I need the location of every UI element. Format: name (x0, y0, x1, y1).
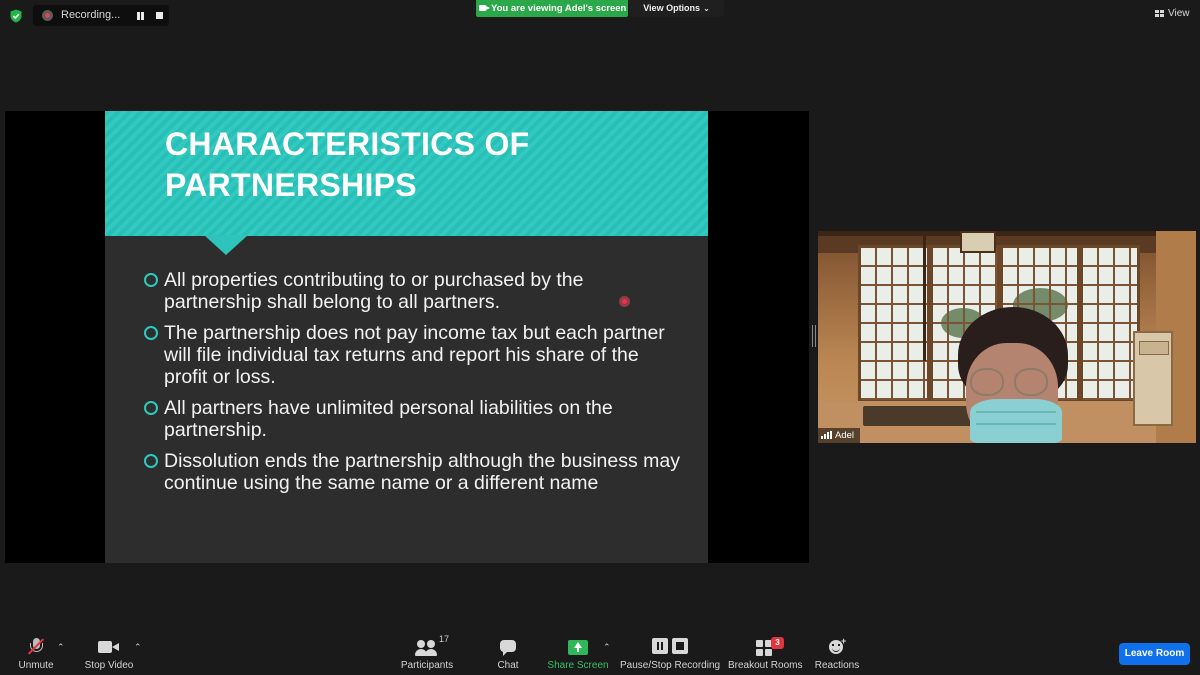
slide-bullet: All partners have unlimited personal lia… (143, 397, 683, 441)
video-beam (818, 231, 1196, 236)
bullet-ring-icon (144, 273, 158, 287)
bullet-ring-icon (144, 401, 158, 415)
participant-glasses (1014, 368, 1048, 396)
bullet-ring-icon (144, 326, 158, 340)
slide-bullet: The partnership does not pay income tax … (143, 322, 683, 388)
pause-stop-recording-button[interactable]: Pause/Stop Recording (620, 636, 720, 674)
recording-control-label: Pause/Stop Recording (620, 660, 721, 671)
signal-strength-icon (821, 431, 832, 440)
screen-share-icon (479, 5, 490, 11)
breakout-grid-icon: 3 (756, 637, 784, 656)
share-screen-button[interactable]: Share Screen (547, 636, 609, 674)
panel-resize-handle[interactable] (812, 325, 816, 347)
slide-bullet-text: All partners have unlimited personal lia… (164, 397, 613, 441)
slide-bullet-list: All properties contributing to or purcha… (143, 269, 683, 503)
slide-bullet: Dissolution ends the partnership althoug… (143, 450, 683, 494)
recording-status-label: Recording... (61, 9, 121, 21)
view-label: View (1168, 8, 1190, 19)
slide-title: CHARACTERISTICS OF PARTNERSHIPS (165, 124, 685, 206)
chat-button[interactable]: Chat (490, 636, 526, 674)
participant-name: Adel (835, 430, 855, 441)
breakout-rooms-label: Breakout Rooms (728, 660, 803, 671)
video-lamp (960, 231, 996, 253)
share-screen-label: Share Screen (547, 660, 609, 671)
stop-video-label: Stop Video (84, 660, 134, 671)
slide-header-pointer (204, 235, 248, 255)
participants-count: 17 (439, 634, 450, 644)
view-options-button[interactable]: View Options ⌄ (629, 0, 724, 17)
participant-face-mask (970, 399, 1062, 443)
stop-video-button[interactable]: Stop Video (82, 636, 136, 674)
slide-bullet: All properties contributing to or purcha… (143, 269, 683, 313)
share-screen-icon (568, 640, 588, 655)
slide-bullet-text: All properties contributing to or purcha… (164, 269, 584, 313)
shared-screen[interactable]: CHARACTERISTICS OF PARTNERSHIPS All prop… (5, 111, 809, 563)
bullet-ring-icon (144, 454, 158, 468)
audio-options-caret-icon[interactable]: ⌃ (57, 642, 65, 653)
recording-dot-icon (42, 10, 53, 21)
video-window (1080, 245, 1140, 403)
view-layout-button[interactable]: View (1155, 8, 1195, 22)
slide-bullet-text: Dissolution ends the partnership althoug… (164, 450, 680, 494)
slide-title-line-2: PARTNERSHIPS (165, 167, 417, 203)
security-shield-icon[interactable] (9, 9, 23, 23)
breakout-badge: 3 (771, 637, 784, 649)
video-options-caret-icon[interactable]: ⌃ (134, 642, 142, 653)
unmute-button[interactable]: Unmute (12, 636, 60, 674)
unmute-label: Unmute (18, 660, 54, 671)
stop-recording-icon[interactable] (156, 12, 163, 19)
video-window (858, 245, 930, 403)
viewing-banner-text: You are viewing Adel's screen (491, 3, 627, 14)
viewing-screen-banner: You are viewing Adel's screen (476, 0, 628, 17)
presentation-slide: CHARACTERISTICS OF PARTNERSHIPS All prop… (105, 111, 708, 563)
participants-label: Participants (400, 660, 454, 671)
chat-bubble-icon (500, 640, 516, 656)
grid-view-icon (1155, 10, 1165, 18)
slide-title-line-1: CHARACTERISTICS OF (165, 126, 530, 162)
participants-button[interactable]: 17 Participants (398, 634, 456, 674)
reactions-label: Reactions (814, 660, 860, 671)
mic-muted-icon (27, 638, 45, 656)
video-camera-icon (98, 640, 120, 654)
emoji-plus-icon: + (829, 636, 847, 654)
laser-pointer-icon (619, 296, 630, 307)
chat-label: Chat (497, 660, 519, 671)
video-pole (923, 231, 926, 361)
breakout-rooms-button[interactable]: 3 Breakout Rooms (728, 636, 802, 674)
chevron-down-icon: ⌄ (703, 4, 710, 13)
pause-stop-icon (652, 638, 690, 654)
leave-room-button[interactable]: Leave Room (1119, 643, 1190, 665)
recording-indicator: Recording... (33, 5, 169, 26)
share-options-caret-icon[interactable]: ⌃ (603, 642, 611, 653)
video-cabinet (1133, 331, 1173, 426)
slide-bullet-text: The partnership does not pay income tax … (164, 322, 665, 388)
people-icon (415, 640, 439, 656)
participant-glasses (970, 368, 1004, 396)
reactions-button[interactable]: + Reactions (813, 636, 861, 674)
view-options-label: View Options (643, 3, 701, 13)
participant-video-tile[interactable]: Adel (818, 231, 1196, 443)
participant-name-tag: Adel (818, 428, 861, 443)
pause-recording-icon[interactable] (135, 11, 145, 21)
